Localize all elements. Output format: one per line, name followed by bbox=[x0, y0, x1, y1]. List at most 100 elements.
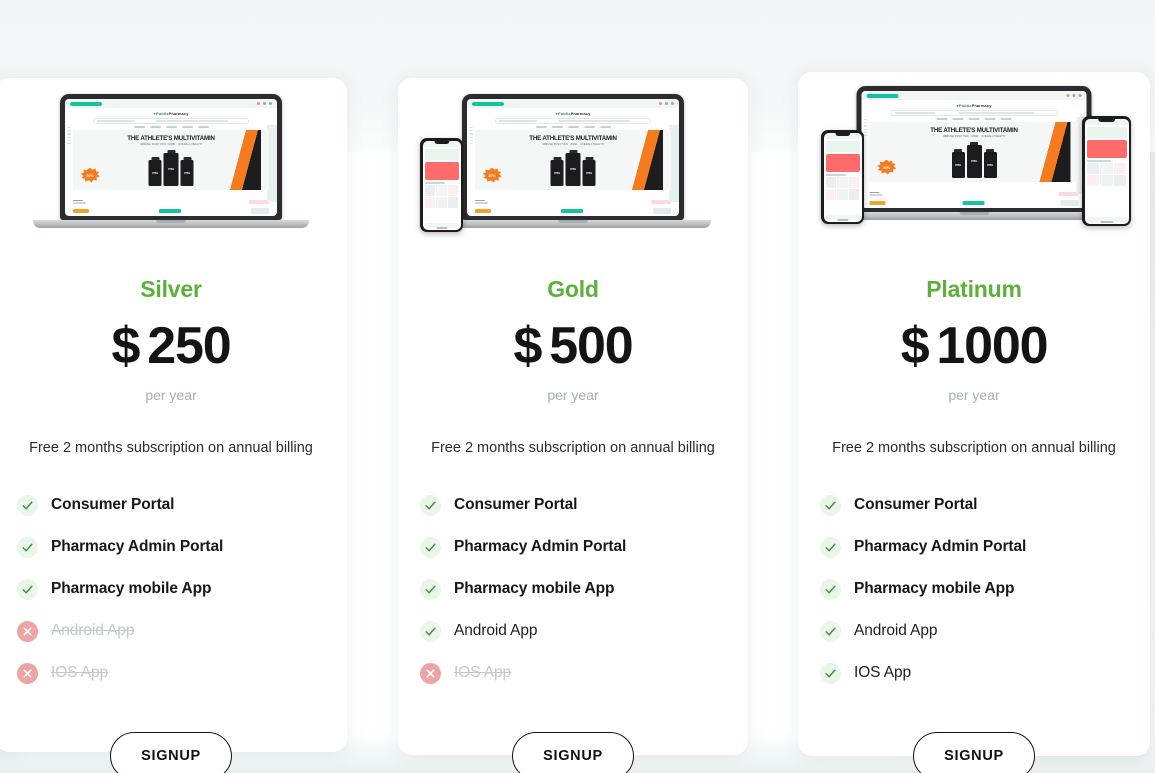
laptop-notch bbox=[156, 220, 186, 223]
laptop-mockup: ♥PublixPharmacy THE ATHLETE'S MULTIVITAM… bbox=[435, 94, 711, 228]
plan-amount: 1000 bbox=[936, 317, 1048, 375]
pricing-card-silver[interactable]: ♥PublixPharmacy THE ATHLETE'S MULTIVITAM… bbox=[0, 78, 347, 773]
nav-item bbox=[165, 126, 177, 128]
plan-feature-list: Consumer Portal Pharmacy Admin Portal Ph… bbox=[0, 484, 347, 694]
site-topbar bbox=[65, 99, 277, 108]
phone-category-cell bbox=[1086, 175, 1099, 186]
feature-label: Consumer Portal bbox=[454, 496, 578, 513]
phone-hero-card bbox=[1086, 139, 1127, 158]
phone-screen bbox=[422, 140, 461, 230]
feature-label: Consumer Portal bbox=[854, 496, 978, 513]
bottle-label: VITA bbox=[553, 170, 561, 175]
site-bottom-row bbox=[862, 182, 1087, 196]
site-logo: ♥PublixPharmacy bbox=[65, 108, 277, 118]
product-bottle: VITA bbox=[180, 159, 194, 186]
pricing-card-gold[interactable]: ♥PublixPharmacy THE ATHLETE'S MULTIVITAM… bbox=[398, 78, 748, 773]
phone-category-cell bbox=[1086, 162, 1099, 174]
plan-currency: $ bbox=[900, 317, 930, 375]
pharmacy-site-preview: ♥PublixPharmacy THE ATHLETE'S MULTIVITAM… bbox=[861, 91, 1087, 208]
site-topbar-icons bbox=[257, 102, 272, 105]
check-circle-icon bbox=[820, 536, 841, 558]
phone-mockup-left bbox=[821, 130, 864, 224]
plan-price: $1000 bbox=[798, 316, 1150, 376]
cart-icon bbox=[671, 102, 674, 105]
bottle-label: VITA bbox=[569, 167, 577, 171]
phone-category-grid bbox=[825, 176, 860, 200]
product-bottle: VITA bbox=[582, 159, 596, 186]
product-bottle: VITA bbox=[565, 152, 581, 186]
check-circle-icon bbox=[420, 494, 441, 516]
feature-item: Pharmacy mobile App bbox=[798, 568, 1150, 610]
site-categories bbox=[73, 199, 86, 204]
discount-badge: 30% bbox=[482, 167, 502, 183]
feature-item: Consumer Portal bbox=[0, 484, 347, 526]
product-bottle: VITA bbox=[951, 151, 965, 178]
user-icon bbox=[263, 102, 266, 105]
plan-note: Free 2 months subscription on annual bil… bbox=[29, 440, 313, 456]
search-category-segment bbox=[498, 120, 538, 122]
signup-button-platinum[interactable]: SIGNUP bbox=[913, 732, 1035, 773]
bottle-label: VITA bbox=[986, 162, 994, 167]
nav-item bbox=[1000, 118, 1012, 120]
plan-device-mockup: ♥PublixPharmacy THE ATHLETE'S MULTIVITAM… bbox=[6, 86, 336, 251]
check-circle-icon bbox=[420, 578, 441, 600]
heart-icon bbox=[659, 102, 662, 105]
phone-category-cell bbox=[1100, 175, 1113, 186]
site-bottom-row bbox=[467, 190, 679, 204]
signup-button-silver[interactable]: SIGNUP bbox=[110, 732, 232, 773]
hero-subtitle: IMMUNE FUNCTION · MIND · OVERALL HEALTH bbox=[943, 134, 1005, 138]
footer-chip-box bbox=[653, 208, 671, 214]
bottle-label: VITA bbox=[954, 162, 962, 167]
check-circle-icon bbox=[820, 620, 841, 642]
product-bottle: VITA bbox=[148, 159, 162, 186]
product-bottles: VITA VITA VITA bbox=[951, 144, 997, 178]
feature-item: Pharmacy Admin Portal bbox=[398, 526, 748, 568]
phone-category-cell bbox=[825, 176, 836, 188]
phone-notch bbox=[433, 140, 450, 144]
search-category-segment bbox=[894, 112, 936, 114]
product-bottles: VITA VITA VITA bbox=[148, 152, 194, 186]
hero-subtitle: IMMUNE FUNCTION · MIND · OVERALL HEALTH bbox=[542, 142, 604, 146]
nav-item bbox=[567, 126, 579, 128]
site-announcement-pill bbox=[472, 101, 504, 106]
plan-note: Free 2 months subscription on annual bil… bbox=[431, 440, 715, 456]
laptop-screen: ♥PublixPharmacy THE ATHLETE'S MULTIVITAM… bbox=[856, 86, 1092, 212]
feature-item: IOS App bbox=[0, 652, 347, 694]
footer-chip-orange bbox=[73, 209, 89, 213]
phone-category-cell bbox=[424, 197, 435, 208]
phone-mockup-left bbox=[420, 138, 463, 232]
footer-chip-teal bbox=[962, 201, 984, 205]
footer-chip-orange bbox=[475, 209, 491, 213]
nav-item bbox=[936, 118, 948, 120]
phone-category-cell bbox=[849, 189, 860, 200]
phone-home-indicator bbox=[1099, 221, 1114, 223]
bottle-label: VITA bbox=[151, 170, 159, 175]
plan-period: per year bbox=[547, 387, 599, 403]
site-footer-row bbox=[475, 208, 671, 214]
site-categories bbox=[869, 191, 883, 196]
feature-label: Android App bbox=[854, 622, 938, 639]
user-icon bbox=[665, 102, 668, 105]
discount-badge-label: 30% bbox=[488, 173, 496, 178]
product-bottle: VITA bbox=[966, 144, 982, 178]
site-announcement-pill bbox=[70, 101, 102, 106]
laptop-screen: ♥PublixPharmacy THE ATHLETE'S MULTIVITAM… bbox=[462, 94, 684, 220]
site-promo-tag bbox=[651, 199, 671, 204]
signup-button-gold[interactable]: SIGNUP bbox=[512, 732, 634, 773]
product-bottle: VITA bbox=[983, 151, 997, 178]
laptop-base bbox=[435, 220, 711, 228]
feature-item: Pharmacy mobile App bbox=[398, 568, 748, 610]
feature-item: Consumer Portal bbox=[798, 484, 1150, 526]
pricing-card-platinum[interactable]: ♥PublixPharmacy THE ATHLETE'S MULTIVITAM… bbox=[798, 72, 1150, 773]
pharmacy-site-preview: ♥PublixPharmacy THE ATHLETE'S MULTIVITAM… bbox=[467, 99, 679, 216]
plan-device-mockup: ♥PublixPharmacy THE ATHLETE'S MULTIVITAM… bbox=[408, 86, 738, 251]
logo-secondary: Pharmacy bbox=[168, 111, 189, 116]
plan-device-mockup: ♥PublixPharmacy THE ATHLETE'S MULTIVITAM… bbox=[809, 78, 1139, 243]
product-bottle: VITA bbox=[163, 152, 179, 186]
feature-item: Pharmacy Admin Portal bbox=[0, 526, 347, 568]
plan-period: per year bbox=[948, 387, 1000, 403]
nav-item bbox=[535, 126, 547, 128]
laptop-mockup: ♥PublixPharmacy THE ATHLETE'S MULTIVITAM… bbox=[33, 94, 309, 228]
check-circle-icon bbox=[17, 494, 38, 516]
logo-primary: Publix bbox=[958, 103, 972, 108]
